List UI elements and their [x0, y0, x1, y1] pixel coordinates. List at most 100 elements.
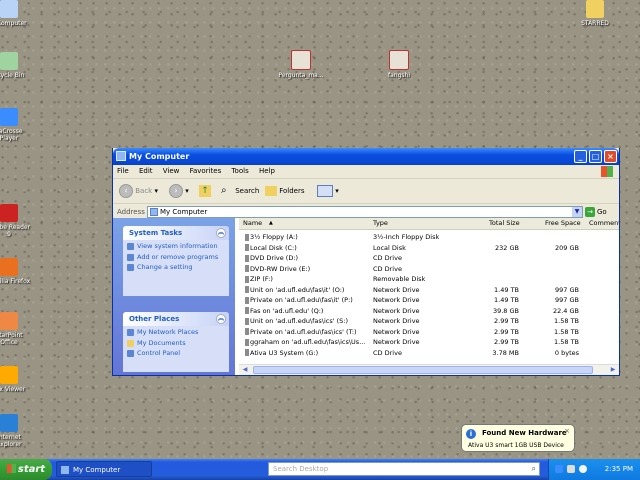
task-change-setting[interactable]: Change a setting [123, 263, 229, 272]
column-name[interactable]: Name [243, 219, 262, 227]
place-control-panel[interactable]: Control Panel [123, 349, 229, 358]
drive-free-space: 1.58 TB [554, 327, 579, 336]
start-button[interactable]: start [0, 459, 52, 480]
drive-type: Network Drive [373, 338, 420, 346]
desktop-icon[interactable]: Adobe Reader 9 [0, 204, 32, 238]
desktop-icon[interactable]: Internet Explorer [0, 414, 32, 448]
application-icon [0, 108, 18, 126]
collapse-chevron-icon[interactable]: ︽ [216, 314, 226, 324]
drive-row[interactable]: Local Disk (C:) Local Disk 232 GB 209 GB [239, 243, 619, 254]
views-button[interactable]: ▾ [317, 183, 339, 199]
scroll-right-icon[interactable]: ▶ [609, 366, 617, 374]
drive-type: CD Drive [373, 348, 402, 357]
drive-row[interactable]: ggraham on 'ad.ufl.edu\fas\ics\Us... Netw… [239, 337, 619, 348]
desktop-icon[interactable]: Fax Viewer [0, 366, 32, 393]
drive-type: Network Drive [373, 296, 420, 304]
folders-label: Folders [279, 187, 305, 195]
drive-icon [245, 317, 249, 325]
drive-row[interactable]: DVD-RW Drive (E:) CD Drive [239, 264, 619, 275]
desktop-icon[interactable]: ecycle Bin [0, 52, 32, 79]
application-icon [0, 258, 18, 276]
menu-file[interactable]: File [113, 165, 133, 175]
drive-free-space: 0 bytes [554, 348, 579, 357]
clock[interactable]: 2:35 PM [605, 459, 633, 480]
drive-icon [245, 254, 249, 262]
desktop-icon-starred[interactable]: STARRED [572, 0, 618, 27]
drive-row[interactable]: Unit on 'ad.ufl.edu\fas\ics' (S:) Network… [239, 316, 619, 327]
drive-row[interactable]: ZIP (F:) Removable Disk [239, 274, 619, 285]
go-arrow-icon: → [585, 207, 595, 217]
drive-row[interactable]: Fas on 'ad.ufl.edu' (Q:) Network Drive 39.… [239, 306, 619, 317]
column-type[interactable]: Type [373, 219, 388, 227]
back-button[interactable]: ‹ Back ▾ [119, 183, 158, 199]
column-comments[interactable]: Comments [589, 219, 619, 227]
place-documents[interactable]: My Documents [123, 339, 229, 348]
maximize-button[interactable]: □ [589, 150, 602, 163]
search-icon[interactable]: ⌕ [532, 464, 536, 474]
desktop-icon-fangshi[interactable]: fangshi [376, 50, 422, 79]
taskbar-item-my-computer[interactable]: My Computer [56, 461, 152, 477]
volume-tray-icon[interactable] [579, 465, 587, 473]
drive-row[interactable]: 3½ Floppy (A:) 3½-Inch Floppy Disk [239, 232, 619, 243]
desktop-icon[interactable]: Mozilla Firefox [0, 258, 32, 285]
title-bar[interactable]: My Computer _ □ × [113, 148, 619, 165]
system-tasks-header[interactable]: System Tasks ︽ [123, 226, 229, 240]
notification-balloon[interactable]: i Found New Hardware × Ativa U3 smart 1G… [461, 424, 575, 452]
task-add-remove-programs[interactable]: Add or remove programs [123, 253, 229, 262]
folders-button[interactable]: Folders [265, 183, 305, 199]
column-free-space[interactable]: Free Space [545, 219, 581, 227]
column-total-size[interactable]: Total Size [489, 219, 520, 227]
drive-row[interactable]: DVD Drive (D:) CD Drive [239, 253, 619, 264]
desktop-icon-pergunta[interactable]: Pergunta_ma... [278, 50, 324, 79]
drive-row[interactable]: Ativa U3 System (G:) CD Drive 3.78 MB 0 byt… [239, 348, 619, 359]
windows-flag-icon [6, 464, 16, 473]
drive-row[interactable]: Unit on 'ad.ufl.edu\fas\it' (O:) Network … [239, 285, 619, 296]
collapse-chevron-icon[interactable]: ︽ [216, 228, 226, 238]
desktop-icon[interactable]: y Computer [0, 0, 32, 27]
computer-icon [61, 466, 69, 474]
address-input[interactable]: My Computer ▼ [147, 206, 583, 218]
application-icon [0, 52, 18, 70]
usb-tray-icon[interactable] [567, 465, 575, 473]
scroll-thumb[interactable] [253, 366, 593, 374]
menu-edit[interactable]: Edit [135, 165, 157, 175]
minimize-button[interactable]: _ [574, 150, 587, 163]
drive-name-text: DVD-RW Drive (E:) [250, 264, 311, 273]
menu-view[interactable]: View [159, 165, 184, 175]
drive-free-space: 1.58 TB [554, 338, 579, 346]
menu-favorites[interactable]: Favorites [186, 165, 226, 175]
desktop-search-input[interactable]: Search Desktop ⌕ [268, 462, 540, 476]
horizontal-scrollbar[interactable]: ◀ ▶ [239, 364, 619, 375]
menu-help[interactable]: Help [255, 165, 279, 175]
go-button[interactable]: → Go [585, 206, 607, 218]
drive-row[interactable]: Private on 'ad.ufl.edu\fas\ics' (T:) Netw… [239, 327, 619, 338]
place-network[interactable]: My Network Places [123, 328, 229, 337]
desktop-icon[interactable]: StarPoint Office [0, 312, 32, 346]
balloon-close-button[interactable]: × [564, 427, 570, 435]
task-label: Change a setting [137, 263, 193, 271]
search-button[interactable]: ⌕ Search [221, 183, 259, 199]
drive-row[interactable]: Private on 'ad.ufl.edu\fas\it' (P:) Netwo… [239, 295, 619, 306]
scroll-left-icon[interactable]: ◀ [241, 366, 249, 374]
desktop-icon-label: LaCrosse Player [0, 128, 23, 142]
desktop-icon[interactable]: LaCrosse Player [0, 108, 32, 142]
drive-name: Unit on 'ad.ufl.edu\fas\ics' (S:) [245, 316, 348, 327]
search-label: Search [235, 187, 260, 195]
forward-button[interactable]: › ▾ [169, 183, 189, 199]
other-places-header[interactable]: Other Places ︽ [123, 312, 229, 326]
menu-tools[interactable]: Tools [227, 165, 252, 175]
drive-type: Local Disk [373, 243, 406, 252]
close-button[interactable]: × [604, 150, 617, 163]
taskbar-item-label: My Computer [73, 466, 121, 474]
drive-name: Fas on 'ad.ufl.edu' (Q:) [245, 306, 323, 317]
desktop-icon-label: STARRED [581, 20, 609, 27]
dropdown-arrow-icon[interactable]: ▼ [572, 207, 582, 217]
drive-name: DVD-RW Drive (E:) [245, 264, 310, 275]
folder-icon [127, 339, 134, 347]
drive-total-size: 39.8 GB [492, 306, 519, 315]
task-view-system-info[interactable]: View system information [123, 242, 229, 251]
drive-name-text: 3½ Floppy (A:) [250, 233, 298, 241]
network-tray-icon[interactable] [555, 465, 563, 473]
drive-total-size: 232 GB [495, 243, 519, 252]
up-folder-button[interactable]: ↑ [199, 183, 211, 199]
